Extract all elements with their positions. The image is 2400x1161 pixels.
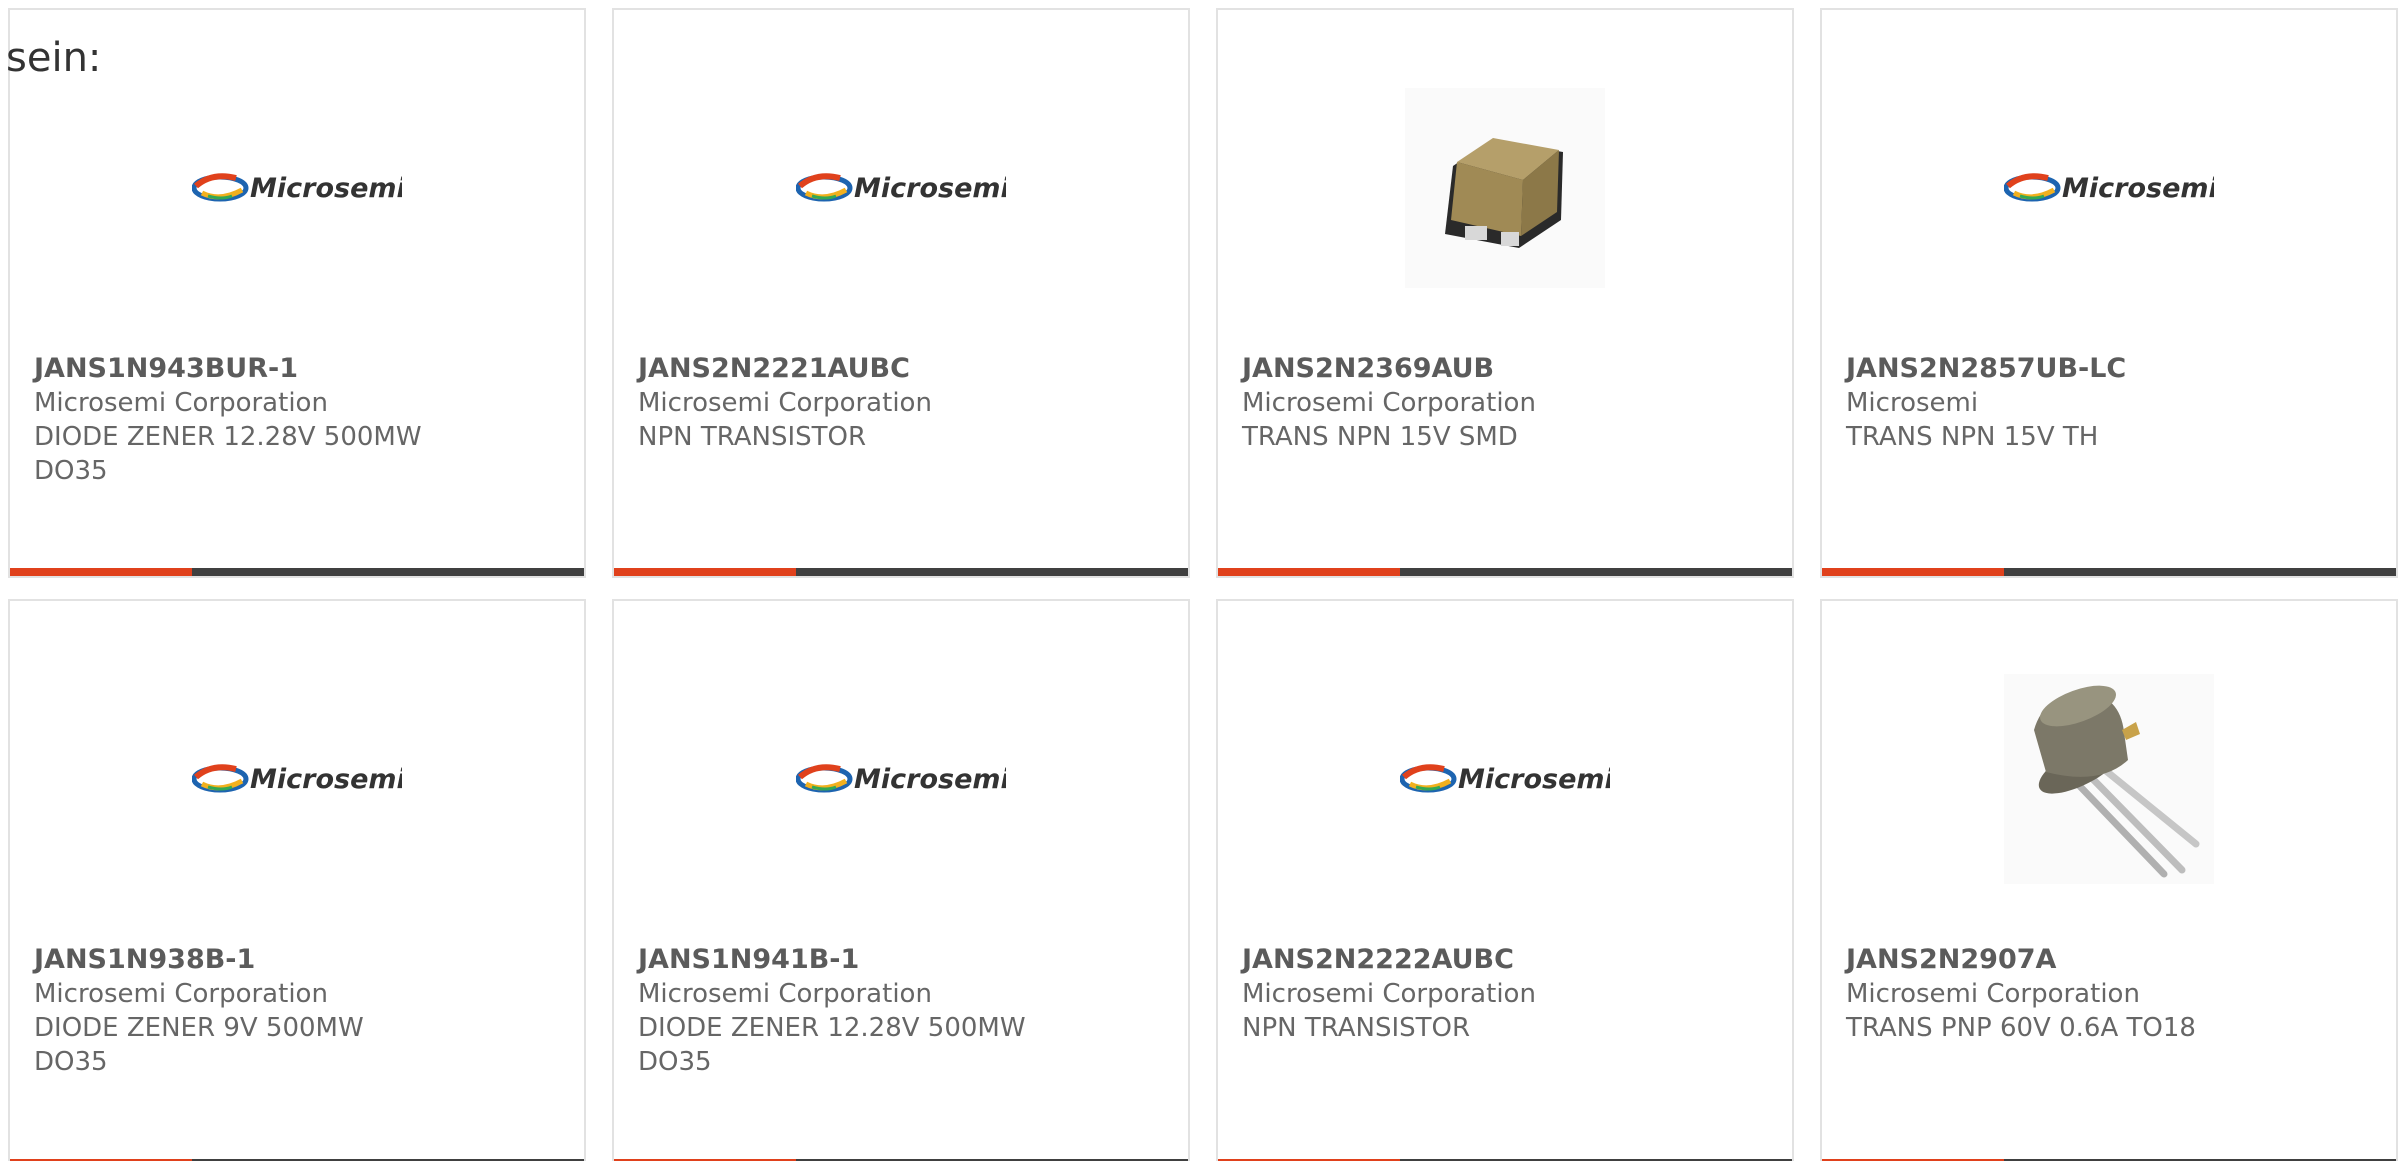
product-image[interactable]	[1218, 72, 1792, 304]
svg-text:Microsemi: Microsemi	[854, 173, 1006, 204]
product-card[interactable]: JANS2N2907A Microsemi Corporation TRANS …	[1820, 599, 2398, 1161]
part-number-link[interactable]: JANS2N2907A	[1846, 943, 2372, 977]
description: DIODE ZENER 9V 500MW DO35	[34, 1013, 364, 1077]
description: TRANS PNP 60V 0.6A TO18	[1846, 1013, 2196, 1043]
product-image[interactable]: Microsemi	[614, 72, 1188, 304]
product-card[interactable]: JANS2N2369AUB Microsemi Corporation TRAN…	[1216, 8, 1794, 578]
manufacturer: Microsemi Corporation	[1242, 388, 1536, 418]
product-card[interactable]: Microsemi JANS1N943BUR-1 Microsemi Corpo…	[8, 8, 586, 578]
product-card[interactable]: Microsemi JANS2N2222AUBC Microsemi Corpo…	[1216, 599, 1794, 1161]
manufacturer: Microsemi Corporation	[638, 979, 932, 1009]
microsemi-logo: Microsemi	[796, 173, 1006, 204]
part-number-link[interactable]: JANS1N941B-1	[638, 943, 1164, 977]
product-info: JANS2N2221AUBC Microsemi Corporation NPN…	[638, 352, 1164, 454]
manufacturer: Microsemi	[1846, 388, 1979, 418]
product-info: JANS2N2222AUBC Microsemi Corporation NPN…	[1242, 943, 1768, 1045]
svg-text:Microsemi: Microsemi	[250, 764, 402, 795]
product-info: JANS1N941B-1 Microsemi Corporation DIODE…	[638, 943, 1164, 1079]
product-image[interactable]	[1822, 663, 2396, 895]
card-accent-bar	[10, 568, 584, 576]
part-number-link[interactable]: JANS1N943BUR-1	[34, 352, 560, 386]
description: TRANS NPN 15V SMD	[1242, 422, 1518, 452]
microsemi-logo: Microsemi	[1400, 764, 1610, 795]
part-number-link[interactable]: JANS2N2221AUBC	[638, 352, 1164, 386]
part-number-link[interactable]: JANS2N2857UB-LC	[1846, 352, 2372, 386]
to18-transistor-photo	[2004, 674, 2214, 884]
part-number-link[interactable]: JANS2N2369AUB	[1242, 352, 1768, 386]
product-image[interactable]: Microsemi	[10, 72, 584, 304]
microsemi-logo: Microsemi	[192, 764, 402, 795]
product-info: JANS2N2369AUB Microsemi Corporation TRAN…	[1242, 352, 1768, 454]
svg-text:Microsemi: Microsemi	[854, 764, 1006, 795]
product-image[interactable]: Microsemi	[1218, 663, 1792, 895]
product-card[interactable]: Microsemi JANS2N2857UB-LC Microsemi TRAN…	[1820, 8, 2398, 578]
product-grid-page: sein: Microsemi JANS1N943BUR-1 Microsemi…	[0, 0, 2400, 1161]
microsemi-logo: Microsemi	[192, 173, 402, 204]
product-grid: Microsemi JANS1N943BUR-1 Microsemi Corpo…	[8, 8, 2398, 1161]
description: DIODE ZENER 12.28V 500MW DO35	[638, 1013, 1026, 1077]
product-info: JANS1N938B-1 Microsemi Corporation DIODE…	[34, 943, 560, 1079]
description: TRANS NPN 15V TH	[1846, 422, 2099, 452]
svg-text:Microsemi: Microsemi	[2062, 173, 2214, 204]
part-number-link[interactable]: JANS2N2222AUBC	[1242, 943, 1768, 977]
product-card[interactable]: Microsemi JANS1N938B-1 Microsemi Corpora…	[8, 599, 586, 1161]
product-card[interactable]: Microsemi JANS1N941B-1 Microsemi Corpora…	[612, 599, 1190, 1161]
product-info: JANS2N2857UB-LC Microsemi TRANS NPN 15V …	[1846, 352, 2372, 454]
description: DIODE ZENER 12.28V 500MW DO35	[34, 422, 422, 486]
svg-text:Microsemi: Microsemi	[1458, 764, 1610, 795]
svg-text:Microsemi: Microsemi	[250, 173, 402, 204]
smd-package-photo	[1405, 88, 1605, 288]
lead-text: sein:	[6, 35, 102, 81]
manufacturer: Microsemi Corporation	[1846, 979, 2140, 1009]
manufacturer: Microsemi Corporation	[1242, 979, 1536, 1009]
description: NPN TRANSISTOR	[638, 422, 867, 452]
manufacturer: Microsemi Corporation	[34, 388, 328, 418]
card-accent-bar	[1822, 568, 2396, 576]
manufacturer: Microsemi Corporation	[638, 388, 932, 418]
card-accent-bar	[614, 568, 1188, 576]
product-info: JANS2N2907A Microsemi Corporation TRANS …	[1846, 943, 2372, 1045]
product-image[interactable]: Microsemi	[614, 663, 1188, 895]
description: NPN TRANSISTOR	[1242, 1013, 1471, 1043]
product-card[interactable]: Microsemi JANS2N2221AUBC Microsemi Corpo…	[612, 8, 1190, 578]
product-info: JANS1N943BUR-1 Microsemi Corporation DIO…	[34, 352, 560, 488]
card-accent-bar	[1218, 568, 1792, 576]
part-number-link[interactable]: JANS1N938B-1	[34, 943, 560, 977]
manufacturer: Microsemi Corporation	[34, 979, 328, 1009]
microsemi-logo: Microsemi	[2004, 173, 2214, 204]
product-image[interactable]: Microsemi	[1822, 72, 2396, 304]
product-image[interactable]: Microsemi	[10, 663, 584, 895]
microsemi-logo: Microsemi	[796, 764, 1006, 795]
